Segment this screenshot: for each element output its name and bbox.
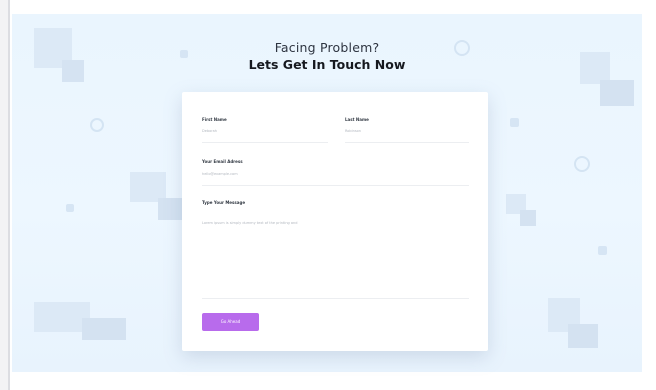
first-name-input[interactable]: Deborah — [202, 129, 217, 133]
top-strip — [12, 0, 642, 14]
email-label: Your Email Adress — [202, 159, 243, 164]
last-name-input[interactable]: Robinson — [345, 129, 361, 133]
first-name-underline — [202, 142, 328, 143]
heading-title: Lets Get In Touch Now — [248, 57, 406, 72]
email-underline — [202, 185, 469, 186]
decor-ring — [90, 118, 104, 132]
decor-dot — [510, 118, 519, 127]
decor-square — [520, 210, 536, 226]
last-name-underline — [345, 142, 469, 143]
email-input[interactable]: hello@example.com — [202, 172, 238, 176]
left-rail — [0, 0, 10, 390]
decor-ring — [574, 156, 590, 172]
bottom-strip — [12, 372, 642, 390]
decor-dot — [66, 204, 74, 212]
heading-subtitle: Facing Problem? — [274, 40, 380, 55]
decor-square — [600, 80, 634, 106]
message-textarea[interactable]: Lorem ipsum is simply dummy text of the … — [202, 221, 297, 225]
decor-square — [82, 318, 126, 340]
decor-dot — [598, 246, 607, 255]
right-strip — [642, 0, 656, 390]
decor-square — [158, 198, 182, 220]
contact-form-card: First Name Deborah Last Name Robinson Yo… — [182, 92, 488, 351]
last-name-label: Last Name — [345, 117, 369, 122]
message-underline — [202, 298, 469, 299]
message-label: Type Your Message — [202, 200, 246, 205]
go-ahead-button[interactable]: Go Ahead — [202, 313, 259, 331]
first-name-label: First Name — [202, 117, 227, 122]
decor-square — [568, 324, 598, 348]
